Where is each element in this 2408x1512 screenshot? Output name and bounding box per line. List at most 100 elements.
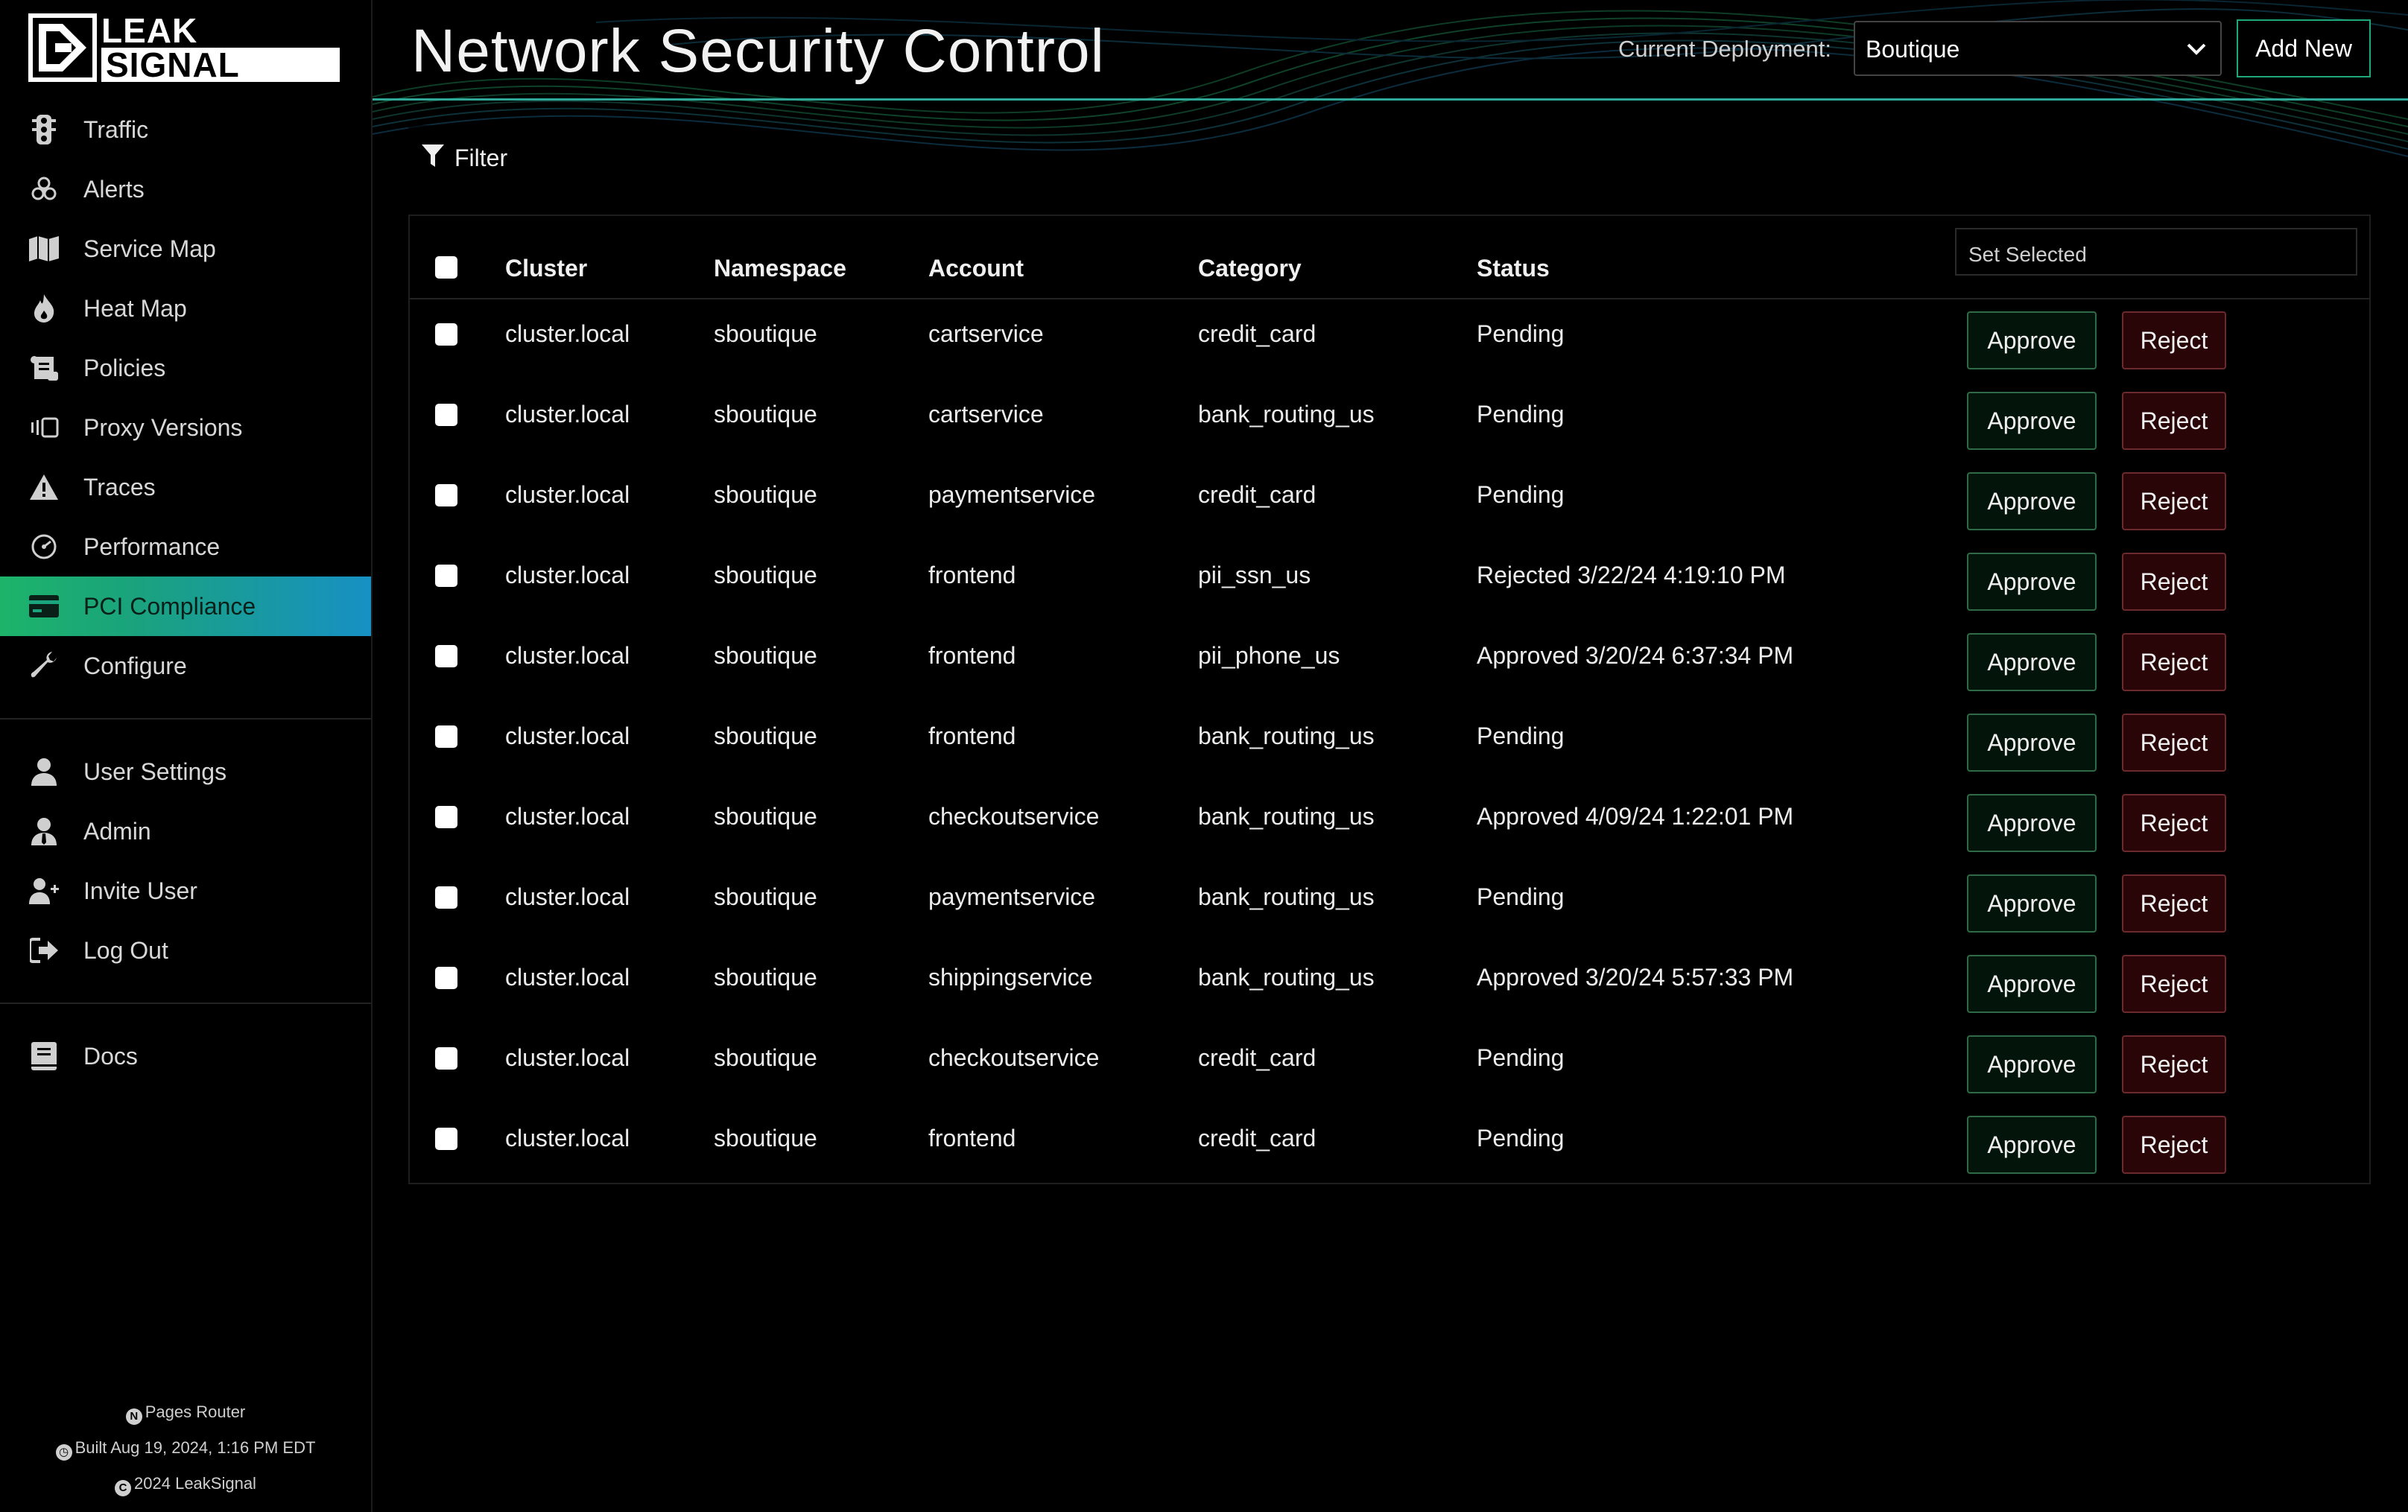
row-checkbox[interactable] xyxy=(435,806,457,828)
set-selected-select[interactable]: Set Selected xyxy=(1955,228,2357,276)
approve-button[interactable]: Approve xyxy=(1967,955,2097,1013)
add-new-button[interactable]: Add New xyxy=(2237,19,2371,77)
approve-button[interactable]: Approve xyxy=(1967,1035,2097,1093)
row-checkbox[interactable] xyxy=(435,967,457,989)
filter-label: Filter xyxy=(454,144,508,171)
footer-router: N Pages Router xyxy=(0,1394,371,1430)
filter-button[interactable]: Filter xyxy=(408,125,526,191)
row-checkbox[interactable] xyxy=(435,1128,457,1150)
reject-button[interactable]: Reject xyxy=(2122,311,2226,369)
approve-button[interactable]: Approve xyxy=(1967,392,2097,450)
cell-status: Approved 3/20/24 5:57:33 PM xyxy=(1477,964,1794,991)
column-header-cluster[interactable]: Cluster xyxy=(505,255,587,282)
deployment-select[interactable]: Boutique xyxy=(1854,21,2222,76)
reject-button[interactable]: Reject xyxy=(2122,955,2226,1013)
approve-button[interactable]: Approve xyxy=(1967,794,2097,852)
sidebar-item-pci-compliance[interactable]: PCI Compliance xyxy=(0,576,371,636)
cell-namespace: sboutique xyxy=(714,883,817,910)
flame-icon xyxy=(28,293,60,324)
cell-namespace: sboutique xyxy=(714,481,817,508)
sidebar-item-label: Invite User xyxy=(83,877,197,904)
sidebar-item-proxy-versions[interactable]: Proxy Versions xyxy=(0,398,371,457)
cell-cluster: cluster.local xyxy=(505,401,630,428)
sidebar-item-alerts[interactable]: Alerts xyxy=(0,159,371,219)
cell-cluster: cluster.local xyxy=(505,1044,630,1071)
logo-mark-icon xyxy=(28,13,97,82)
row-checkbox[interactable] xyxy=(435,323,457,346)
cell-cluster: cluster.local xyxy=(505,803,630,830)
cell-account: frontend xyxy=(928,562,1016,588)
sidebar-item-admin[interactable]: Admin xyxy=(0,801,371,861)
gauge-icon xyxy=(28,531,60,562)
leaksignal-logo[interactable]: LEAK SIGNAL xyxy=(28,13,340,82)
sidebar-item-performance[interactable]: Performance xyxy=(0,517,371,576)
table-row: cluster.local sboutique checkoutservice cre… xyxy=(410,1022,2369,1102)
sidebar-item-label: Configure xyxy=(83,652,187,679)
sidebar-item-service-map[interactable]: Service Map xyxy=(0,219,371,279)
table-row: cluster.local sboutique paymentservice bank… xyxy=(410,861,2369,941)
reject-button[interactable]: Reject xyxy=(2122,794,2226,852)
row-checkbox[interactable] xyxy=(435,404,457,426)
select-all-checkbox[interactable] xyxy=(435,256,457,279)
approve-button[interactable]: Approve xyxy=(1967,553,2097,611)
clock-icon: ◷ xyxy=(55,1444,72,1461)
cell-namespace: sboutique xyxy=(714,401,817,428)
table-row: cluster.local sboutique frontend pii_phone_… xyxy=(410,620,2369,700)
approve-button[interactable]: Approve xyxy=(1967,311,2097,369)
column-header-namespace[interactable]: Namespace xyxy=(714,255,846,282)
book-icon xyxy=(28,1041,60,1072)
row-checkbox[interactable] xyxy=(435,886,457,909)
sidebar-item-log-out[interactable]: Log Out xyxy=(0,921,371,980)
cell-namespace: sboutique xyxy=(714,1044,817,1071)
sidebar-item-traces[interactable]: Traces xyxy=(0,457,371,517)
nextjs-icon: N xyxy=(125,1408,142,1425)
cell-category: credit_card xyxy=(1198,1125,1317,1152)
sidebar-item-label: Proxy Versions xyxy=(83,413,243,441)
sidebar-item-policies[interactable]: Policies xyxy=(0,338,371,398)
column-header-status[interactable]: Status xyxy=(1477,255,1550,282)
column-header-category[interactable]: Category xyxy=(1198,255,1302,282)
reject-button[interactable]: Reject xyxy=(2122,1116,2226,1174)
table-row: cluster.local sboutique frontend credit_car… xyxy=(410,1102,2369,1183)
sidebar-item-label: Performance xyxy=(83,533,221,560)
cell-status: Pending xyxy=(1477,883,1565,910)
row-checkbox[interactable] xyxy=(435,484,457,506)
pci-compliance-table: Cluster Namespace Account Category Statu… xyxy=(408,215,2371,1184)
approve-button[interactable]: Approve xyxy=(1967,874,2097,933)
reject-button[interactable]: Reject xyxy=(2122,633,2226,691)
reject-button[interactable]: Reject xyxy=(2122,472,2226,530)
logo-text-signal: SIGNAL xyxy=(101,48,340,82)
reject-button[interactable]: Reject xyxy=(2122,553,2226,611)
sidebar-item-docs[interactable]: Docs xyxy=(0,1026,371,1086)
map-icon xyxy=(28,233,60,264)
reject-button[interactable]: Reject xyxy=(2122,392,2226,450)
approve-button[interactable]: Approve xyxy=(1967,1116,2097,1174)
row-checkbox[interactable] xyxy=(435,645,457,667)
approve-button[interactable]: Approve xyxy=(1967,472,2097,530)
reject-button[interactable]: Reject xyxy=(2122,714,2226,772)
cell-account: cartservice xyxy=(928,401,1044,428)
cell-status: Pending xyxy=(1477,320,1565,347)
sidebar-item-configure[interactable]: Configure xyxy=(0,636,371,696)
reject-button[interactable]: Reject xyxy=(2122,1035,2226,1093)
approve-button[interactable]: Approve xyxy=(1967,714,2097,772)
row-checkbox[interactable] xyxy=(435,565,457,587)
sidebar-item-label: Alerts xyxy=(83,175,145,203)
reject-button[interactable]: Reject xyxy=(2122,874,2226,933)
column-header-account[interactable]: Account xyxy=(928,255,1024,282)
row-checkbox[interactable] xyxy=(435,1047,457,1070)
sidebar-item-heat-map[interactable]: Heat Map xyxy=(0,279,371,338)
cell-category: bank_routing_us xyxy=(1198,964,1375,991)
cell-category: credit_card xyxy=(1198,481,1317,508)
cell-account: frontend xyxy=(928,642,1016,669)
approve-button[interactable]: Approve xyxy=(1967,633,2097,691)
cell-account: paymentservice xyxy=(928,481,1096,508)
row-checkbox[interactable] xyxy=(435,725,457,748)
footer-copyright: C 2024 LeakSignal xyxy=(0,1466,371,1502)
sidebar-item-user-settings[interactable]: User Settings xyxy=(0,742,371,801)
sidebar-item-traffic[interactable]: Traffic xyxy=(0,100,371,159)
sidebar-item-invite-user[interactable]: Invite User xyxy=(0,861,371,921)
page-title: Network Security Control xyxy=(411,17,1105,85)
cell-account: frontend xyxy=(928,1125,1016,1152)
cell-status: Approved 4/09/24 1:22:01 PM xyxy=(1477,803,1794,830)
